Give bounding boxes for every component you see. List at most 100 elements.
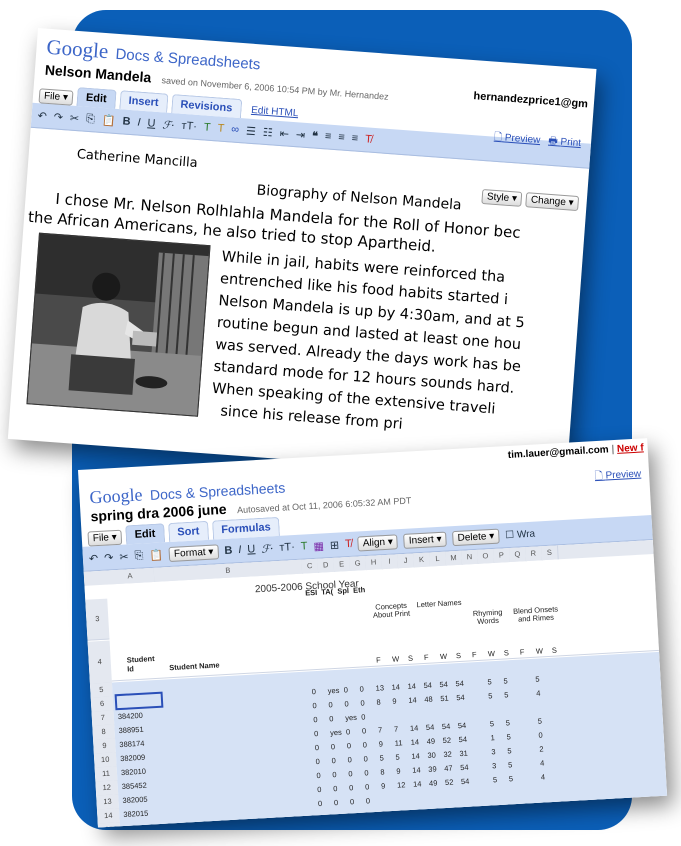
score-cell[interactable]: 4: [541, 772, 546, 781]
numbered-list-icon[interactable]: ☰: [246, 124, 257, 138]
copy-icon[interactable]: ⎘: [134, 549, 144, 562]
score-cell[interactable]: 54: [423, 681, 432, 690]
score-cell[interactable]: 51: [440, 694, 449, 703]
redo-icon[interactable]: ↷: [53, 110, 63, 124]
tab-formulas[interactable]: Formulas: [211, 516, 281, 540]
align-dropdown[interactable]: Align ▾: [357, 533, 399, 551]
score-cell[interactable]: 0: [311, 687, 316, 696]
score-cell[interactable]: 5: [508, 760, 513, 769]
score-cell[interactable]: 49: [426, 736, 435, 745]
score-cell[interactable]: 1: [490, 733, 495, 742]
score-cell[interactable]: 0: [343, 685, 348, 694]
score-cell[interactable]: 47: [444, 764, 453, 773]
column-header-e[interactable]: E: [333, 556, 352, 572]
score-cell[interactable]: 54: [460, 763, 469, 772]
student-id-cell[interactable]: 388951: [118, 725, 143, 735]
fill-color-icon[interactable]: ▦: [313, 539, 324, 553]
column-header-q[interactable]: Q: [509, 547, 527, 563]
print-link[interactable]: 🖶 Print: [548, 134, 582, 153]
score-cell[interactable]: 0: [349, 783, 354, 792]
column-header-l[interactable]: L: [429, 551, 447, 567]
score-cell[interactable]: 0: [538, 730, 543, 739]
score-cell[interactable]: 0: [315, 743, 320, 752]
clear-format-icon[interactable]: T̸: [345, 538, 352, 550]
score-cell[interactable]: 14: [413, 779, 422, 788]
student-id-cell[interactable]: 388174: [119, 739, 144, 749]
bold-icon[interactable]: B: [122, 115, 131, 128]
underline-icon[interactable]: U: [247, 543, 256, 555]
score-cell[interactable]: 14: [411, 751, 420, 760]
score-cell[interactable]: 54: [442, 722, 451, 731]
file-menu-button[interactable]: File ▾: [87, 529, 123, 547]
spreadsheet-grid[interactable]: ABCDEGHIJKLMNOPQRS 3456789101112131415 2…: [83, 540, 668, 828]
font-size-icon[interactable]: ᴛT·: [181, 120, 197, 133]
cut-icon[interactable]: ✂: [119, 550, 129, 563]
score-cell[interactable]: 0: [317, 785, 322, 794]
underline-icon[interactable]: U: [147, 117, 156, 130]
row-header[interactable]: 3: [85, 598, 110, 641]
score-cell[interactable]: 4: [540, 758, 545, 767]
column-header-n[interactable]: N: [461, 549, 479, 565]
score-cell[interactable]: 0: [350, 797, 355, 806]
align-right-icon[interactable]: ≡: [351, 132, 358, 144]
score-cell[interactable]: 7: [394, 725, 399, 734]
column-header-k[interactable]: K: [413, 552, 431, 568]
score-cell[interactable]: 12: [397, 780, 406, 789]
score-cell[interactable]: 0: [334, 798, 339, 807]
score-cell[interactable]: 0: [365, 782, 370, 791]
style-dropdown[interactable]: Style ▾: [481, 188, 523, 207]
edit-html-link[interactable]: Edit HTML: [251, 105, 299, 119]
score-cell[interactable]: yes: [327, 686, 339, 696]
score-cell[interactable]: 48: [424, 695, 433, 704]
score-cell[interactable]: 8: [380, 767, 385, 776]
score-cell[interactable]: 0: [344, 699, 349, 708]
score-cell[interactable]: 0: [363, 754, 368, 763]
tab-insert[interactable]: Insert: [118, 90, 169, 113]
student-id-cell[interactable]: 382015: [123, 809, 148, 819]
preview-link[interactable]: 🗋 Preview: [493, 130, 541, 150]
score-cell[interactable]: 52: [442, 736, 451, 745]
score-cell[interactable]: 0: [314, 729, 319, 738]
score-cell[interactable]: 5: [488, 691, 493, 700]
score-cell[interactable]: 0: [360, 698, 365, 707]
score-cell[interactable]: 54: [458, 721, 467, 730]
undo-icon[interactable]: ↶: [37, 109, 47, 123]
score-cell[interactable]: 5: [506, 732, 511, 741]
column-header-j[interactable]: J: [397, 553, 415, 569]
score-cell[interactable]: 49: [429, 778, 438, 787]
font-icon[interactable]: ℱ·: [162, 118, 175, 132]
tab-sort[interactable]: Sort: [167, 520, 209, 543]
student-id-cell[interactable]: 384200: [118, 711, 143, 721]
score-cell[interactable]: 0: [318, 799, 323, 808]
score-cell[interactable]: 14: [412, 765, 421, 774]
score-cell[interactable]: 4: [536, 689, 541, 698]
score-cell[interactable]: 54: [439, 680, 448, 689]
italic-icon[interactable]: I: [137, 117, 141, 129]
score-cell[interactable]: 31: [459, 749, 468, 758]
column-header-o[interactable]: O: [477, 548, 495, 564]
score-cell[interactable]: 5: [535, 675, 540, 684]
column-header-d[interactable]: D: [317, 557, 336, 573]
quote-icon[interactable]: ❝: [312, 129, 319, 142]
score-cell[interactable]: 32: [443, 750, 452, 759]
new-link[interactable]: New f: [617, 442, 644, 454]
change-dropdown[interactable]: Change ▾: [525, 192, 580, 212]
score-cell[interactable]: 0: [316, 771, 321, 780]
score-cell[interactable]: 54: [426, 723, 435, 732]
column-header-i[interactable]: I: [381, 554, 399, 570]
highlight-icon[interactable]: T: [217, 122, 225, 134]
align-center-icon[interactable]: ≡: [338, 131, 345, 143]
bold-icon[interactable]: B: [224, 545, 233, 557]
bullet-list-icon[interactable]: ☷: [262, 125, 273, 139]
score-cell[interactable]: yes: [345, 713, 357, 723]
score-cell[interactable]: 11: [394, 738, 402, 747]
italic-icon[interactable]: I: [238, 544, 242, 556]
score-cell[interactable]: 5: [507, 746, 512, 755]
preview-link[interactable]: 🗋 Preview: [594, 467, 641, 487]
score-cell[interactable]: 0: [312, 701, 317, 710]
score-cell[interactable]: 5: [490, 719, 495, 728]
score-cell[interactable]: 9: [379, 739, 384, 748]
indent-icon[interactable]: ⇥: [295, 128, 305, 142]
redo-icon[interactable]: ↷: [104, 551, 114, 564]
row-header[interactable]: 4: [87, 640, 112, 685]
